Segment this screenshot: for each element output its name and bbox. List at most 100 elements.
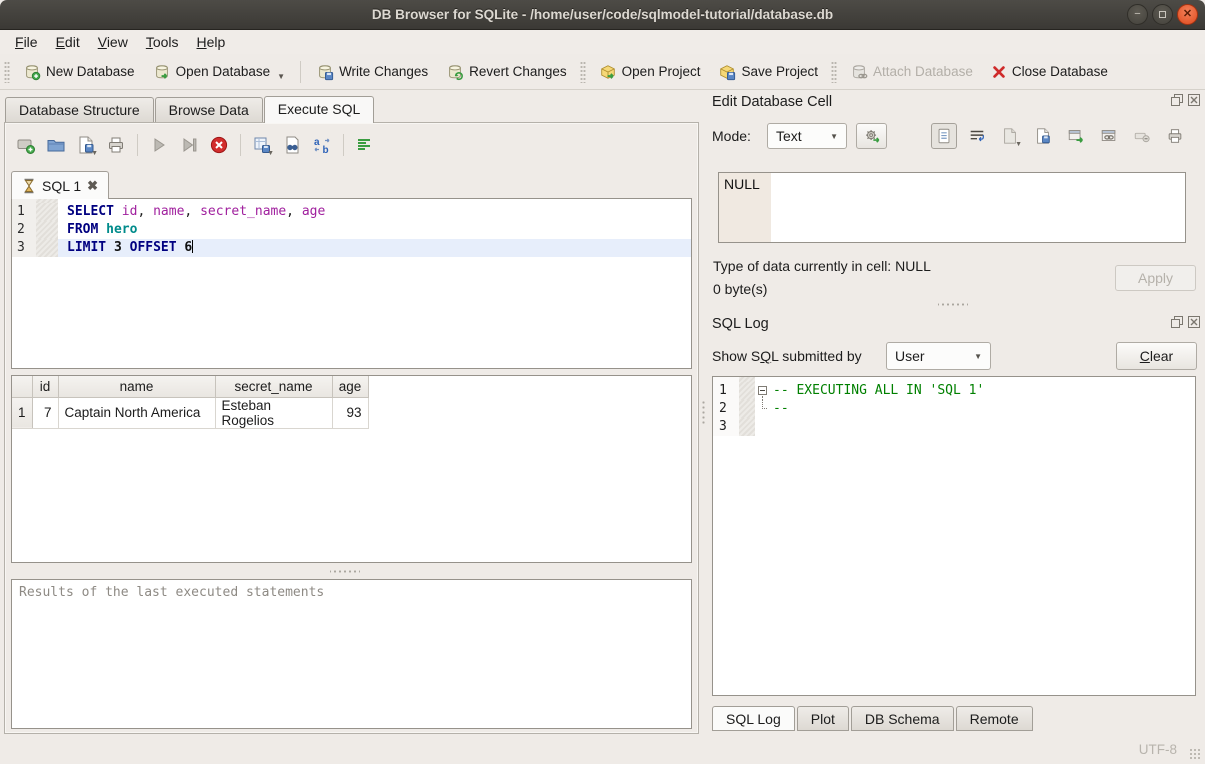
- menu-edit[interactable]: Edit: [47, 32, 89, 52]
- cell-secret-name[interactable]: Esteban Rogelios: [215, 397, 332, 428]
- column-header-name[interactable]: name: [58, 376, 215, 397]
- editor-line-3-current: 3 LIMIT 3 OFFSET 6: [12, 239, 691, 257]
- sql-log-box[interactable]: 1 -- EXECUTING ALL IN 'SQL 1' 2 -- 3: [712, 376, 1196, 696]
- log-line-2: 2 --: [713, 400, 1195, 418]
- mode-select[interactable]: Text ▼: [767, 123, 847, 149]
- toolbar-grip[interactable]: [4, 61, 10, 83]
- results-header-row: id name secret_name age: [12, 376, 368, 397]
- execute-current-line-button[interactable]: [176, 132, 202, 158]
- menu-tools[interactable]: Tools: [137, 32, 188, 52]
- close-button[interactable]: ✕: [1177, 4, 1198, 25]
- sql-tab-close-icon[interactable]: ✖: [87, 178, 98, 194]
- print-sql-button[interactable]: [103, 132, 129, 158]
- import-cell-data-button[interactable]: [1030, 123, 1056, 149]
- clear-log-button[interactable]: Clear: [1116, 342, 1197, 370]
- close-panel-icon[interactable]: [1188, 316, 1200, 328]
- close-database-button[interactable]: Close Database: [982, 60, 1117, 84]
- column-header-id[interactable]: id: [32, 376, 58, 397]
- log-line-number: 3: [713, 418, 739, 436]
- mode-value: Text: [776, 128, 802, 144]
- tab-browse-data[interactable]: Browse Data: [155, 97, 263, 122]
- editor-line-1: 1 SELECT id, name, secret_name, age: [12, 203, 691, 221]
- auto-switch-mode-button[interactable]: [856, 123, 887, 149]
- splitter-handle[interactable]: [330, 569, 360, 574]
- encoding-indicator[interactable]: UTF-8: [1139, 742, 1177, 757]
- revert-changes-icon: [446, 63, 464, 81]
- tab-database-structure[interactable]: Database Structure: [5, 97, 154, 122]
- close-database-icon: [991, 64, 1007, 80]
- save-cell-button[interactable]: ▼: [997, 123, 1023, 149]
- fold-marker[interactable]: [755, 382, 773, 400]
- cell-editor-box[interactable]: NULL: [718, 172, 1186, 243]
- replace-button[interactable]: ab: [309, 132, 335, 158]
- float-panel-icon[interactable]: [1171, 316, 1183, 328]
- menu-view[interactable]: View: [89, 32, 137, 52]
- resize-grip[interactable]: [1189, 748, 1201, 760]
- menu-file[interactable]: File: [6, 32, 47, 52]
- column-header-age[interactable]: age: [332, 376, 368, 397]
- tab-db-schema[interactable]: DB Schema: [851, 706, 954, 731]
- row-number[interactable]: 1: [12, 397, 32, 428]
- apply-button[interactable]: Apply: [1115, 265, 1196, 291]
- float-panel-icon[interactable]: [1171, 94, 1183, 106]
- cell-id[interactable]: 7: [32, 397, 58, 428]
- open-in-external-button[interactable]: [1063, 123, 1089, 149]
- write-changes-icon: [316, 63, 334, 81]
- table-row[interactable]: 1 7 Captain North America Esteban Rogeli…: [12, 397, 368, 428]
- right-dock-area: Edit Database Cell Mode: Text ▼ ▼ NULL T…: [710, 92, 1202, 738]
- open-database-button[interactable]: Open Database ▼: [144, 59, 295, 85]
- revert-changes-button[interactable]: Revert Changes: [437, 59, 576, 85]
- log-filter-select[interactable]: User ▼: [886, 342, 991, 370]
- open-database-dropdown-caret[interactable]: ▼: [277, 72, 285, 81]
- results-grid[interactable]: id name secret_name age 1 7 Captain Nort…: [11, 375, 692, 563]
- editor-gutter: [36, 239, 58, 257]
- open-sql-file-button[interactable]: [43, 132, 69, 158]
- tab-execute-sql[interactable]: Execute SQL: [264, 96, 375, 123]
- column-header-secret-name[interactable]: secret_name: [215, 376, 332, 397]
- set-null-button[interactable]: [1129, 123, 1155, 149]
- cell-name[interactable]: Captain North America: [58, 397, 215, 428]
- new-sql-tab-button[interactable]: [13, 132, 39, 158]
- sql-editor[interactable]: 1 SELECT id, name, secret_name, age 2 FR…: [11, 198, 692, 369]
- open-url-button[interactable]: [1096, 123, 1122, 149]
- cell-age[interactable]: 93: [332, 397, 368, 428]
- new-database-icon: [23, 63, 41, 81]
- maximize-button[interactable]: [1152, 4, 1173, 25]
- corner-header[interactable]: [12, 376, 32, 397]
- menu-help[interactable]: Help: [188, 32, 235, 52]
- sql-editor-tab[interactable]: SQL 1 ✖: [11, 171, 109, 199]
- open-project-button[interactable]: Open Project: [590, 59, 710, 85]
- write-changes-button[interactable]: Write Changes: [307, 59, 437, 85]
- attach-database-button[interactable]: Attach Database: [841, 59, 982, 85]
- results-message-box[interactable]: Results of the last executed statements: [11, 579, 692, 729]
- stop-execution-button[interactable]: [206, 132, 232, 158]
- dock-tab-bar: SQL Log Plot DB Schema Remote: [712, 706, 1035, 731]
- find-button[interactable]: [279, 132, 305, 158]
- sql-tab-label: SQL 1: [42, 178, 81, 194]
- mode-label: Mode:: [712, 128, 751, 144]
- fold-tree: [755, 400, 773, 418]
- results-table: id name secret_name age 1 7 Captain Nort…: [12, 376, 369, 429]
- close-panel-icon[interactable]: [1188, 94, 1200, 106]
- toolbar-grip[interactable]: [831, 61, 837, 83]
- editor-line-2: 2 FROM hero: [12, 221, 691, 239]
- text-mode-button[interactable]: [931, 123, 957, 149]
- tab-plot[interactable]: Plot: [797, 706, 849, 731]
- format-sql-button[interactable]: [352, 132, 378, 158]
- word-wrap-button[interactable]: [964, 123, 990, 149]
- minimize-button[interactable]: −: [1127, 4, 1148, 25]
- print-cell-button[interactable]: [1162, 123, 1188, 149]
- save-sql-file-button[interactable]: ▼: [73, 132, 99, 158]
- execute-sql-button[interactable]: [146, 132, 172, 158]
- sql-toolbar: ▼ ▼ ab: [13, 132, 378, 158]
- splitter-handle[interactable]: [938, 302, 968, 307]
- export-results-button[interactable]: ▼: [249, 132, 275, 158]
- tab-remote[interactable]: Remote: [956, 706, 1033, 731]
- vertical-splitter-handle[interactable]: [701, 400, 706, 426]
- new-database-button[interactable]: New Database: [14, 59, 144, 85]
- toolbar-grip[interactable]: [580, 61, 586, 83]
- save-project-button[interactable]: Save Project: [709, 59, 827, 85]
- title-bar: DB Browser for SQLite - /home/user/code/…: [0, 0, 1205, 30]
- editor-text: LIMIT 3 OFFSET 6: [58, 239, 691, 257]
- tab-sql-log[interactable]: SQL Log: [712, 706, 795, 731]
